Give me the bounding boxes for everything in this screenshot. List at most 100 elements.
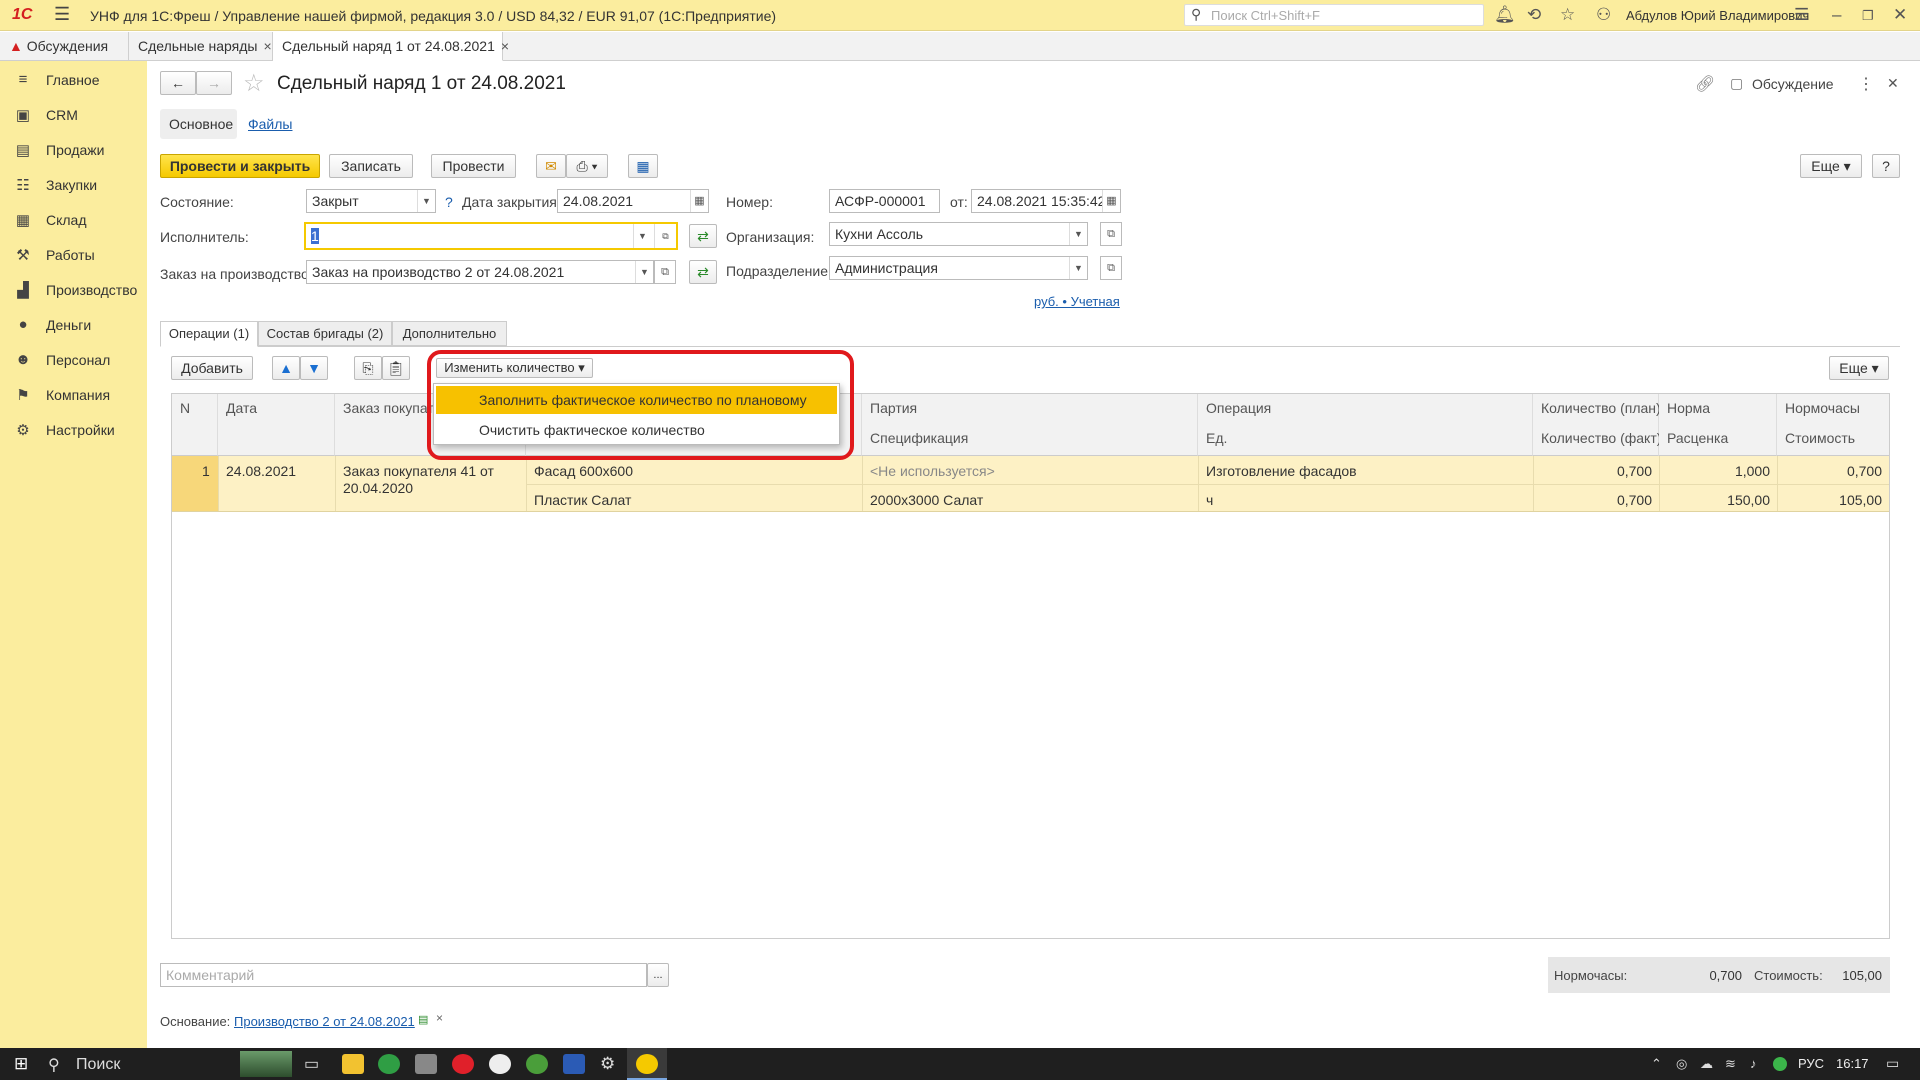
column-header-operation[interactable]: Операция Ед. — [1198, 394, 1533, 456]
sidebar-item-production[interactable]: ▟ Производство — [0, 273, 147, 307]
tab-operations[interactable]: Операции (1) — [160, 321, 258, 347]
tray-volume-icon[interactable]: ♪ — [1750, 1056, 1757, 1071]
department-field[interactable]: Администрация ▼ — [829, 256, 1088, 280]
tray-network-icon[interactable]: ◎ — [1676, 1056, 1687, 1072]
add-row-button[interactable]: Добавить — [171, 356, 253, 380]
cell-cost[interactable]: 105,00 — [1777, 492, 1882, 508]
user-icon[interactable]: ⚇ — [1596, 5, 1611, 25]
user-name[interactable]: Абдулов Юрий Владимирович — [1626, 8, 1809, 23]
production-order-field[interactable]: Заказ на производство 2 от 24.08.2021 ▼ — [306, 260, 654, 284]
column-header-batch[interactable]: Партия Спецификация — [862, 394, 1198, 456]
sidebar-item-main[interactable]: ≡ Главное — [0, 63, 147, 97]
search-box[interactable]: ⚲ Поиск Ctrl+Shift+F — [1184, 4, 1484, 26]
tray-clock[interactable]: 16:17 — [1836, 1056, 1869, 1071]
tab-piecework-doc[interactable]: Сдельный наряд 1 от 24.08.2021 × — [273, 32, 509, 61]
notifications-icon[interactable]: ▭ — [1886, 1055, 1899, 1072]
close-date-field[interactable]: 24.08.2021 ▦ — [557, 189, 709, 213]
chevron-down-icon[interactable]: ▼ — [635, 261, 653, 283]
favorite-star-icon[interactable]: ☆ — [243, 69, 265, 98]
cell-batch[interactable]: <Не используется> — [870, 463, 995, 479]
star-icon[interactable]: ☆ — [1560, 5, 1575, 25]
state-select[interactable]: Закрыт ▼ — [306, 189, 436, 213]
cell-characteristic[interactable]: Пластик Салат — [534, 492, 631, 508]
sidebar-item-purchases[interactable]: ☷ Закупки — [0, 168, 147, 202]
basis-link[interactable]: Производство 2 от 24.08.2021 — [234, 1014, 415, 1029]
help-button[interactable]: ? — [1872, 154, 1900, 178]
sidebar-item-warehouse[interactable]: ▦ Склад — [0, 203, 147, 237]
cell-product[interactable]: Фасад 600х600 — [534, 463, 633, 479]
discussion-bubble-icon[interactable]: ▢ — [1730, 75, 1743, 92]
cell-order-line2[interactable]: 20.04.2020 — [343, 480, 413, 496]
link-icon[interactable]: 🔗︎ — [1695, 74, 1715, 94]
move-up-button[interactable]: ▲ — [272, 356, 300, 380]
department-open-button[interactable]: ⧉ — [1100, 256, 1122, 280]
cell-qty-fact[interactable]: 0,700 — [1533, 492, 1652, 508]
close-form-icon[interactable]: ✕ — [1887, 75, 1899, 92]
column-header-hours[interactable]: Нормочасы Стоимость — [1777, 394, 1889, 456]
sidebar-item-settings[interactable]: ⚙ Настройки — [0, 413, 147, 447]
grid-more-button[interactable]: Еще ▾ — [1829, 356, 1889, 380]
comment-field[interactable]: Комментарий — [160, 963, 647, 987]
column-header-n[interactable]: N — [172, 394, 218, 456]
cell-hours[interactable]: 0,700 — [1777, 463, 1882, 479]
minimize-icon[interactable]: – — [1832, 5, 1841, 25]
cell-qty-plan[interactable]: 0,700 — [1533, 463, 1652, 479]
calculator-icon[interactable] — [415, 1054, 437, 1074]
open-icon[interactable]: ⧉ — [654, 224, 676, 248]
calendar-icon[interactable]: ▦ — [1102, 190, 1120, 212]
organization-open-button[interactable]: ⧉ — [1100, 222, 1122, 246]
organization-field[interactable]: Кухни Ассоль ▼ — [829, 222, 1088, 246]
tray-security-icon[interactable] — [1773, 1057, 1787, 1071]
discussion-button[interactable]: Обсуждение — [1752, 76, 1834, 92]
executor-pick-button[interactable]: ⇄ — [689, 224, 717, 248]
tab-additional[interactable]: Дополнительно — [392, 321, 507, 346]
forward-button[interactable]: → — [196, 71, 232, 95]
cell-rate[interactable]: 150,00 — [1659, 492, 1770, 508]
chevron-down-icon[interactable]: ▼ — [633, 224, 651, 248]
close-tab-icon[interactable]: × — [501, 38, 509, 54]
tab-discussions[interactable]: ▲ Обсуждения — [0, 32, 129, 61]
tray-language[interactable]: РУС — [1798, 1056, 1824, 1071]
cell-n[interactable]: 1 — [202, 463, 210, 479]
production-order-open-button[interactable]: ⧉ — [654, 260, 676, 284]
history-icon[interactable]: ⟲ — [1527, 5, 1541, 25]
sidebar-item-money[interactable]: ● Деньги — [0, 308, 147, 342]
post-and-close-button[interactable]: Провести и закрыть — [160, 154, 320, 178]
taskbar-search[interactable]: Поиск — [76, 1056, 120, 1074]
structure-button[interactable]: ▦ — [628, 154, 658, 178]
sidebar-item-staff[interactable]: ☻ Персонал — [0, 343, 147, 377]
chrome-icon[interactable] — [378, 1054, 400, 1074]
bell-icon[interactable]: 🔔︎ — [1494, 5, 1516, 25]
column-header-norm[interactable]: Норма Расценка — [1659, 394, 1777, 456]
help-question-icon[interactable]: ? — [445, 194, 453, 210]
cell-specification[interactable]: 2000х3000 Салат — [870, 492, 983, 508]
onec-taskbar-button[interactable] — [627, 1048, 667, 1080]
close-window-icon[interactable]: ✕ — [1893, 5, 1907, 25]
restore-icon[interactable]: ❐ — [1862, 8, 1874, 24]
back-button[interactable]: ← — [160, 71, 196, 95]
email-button[interactable]: ✉ — [536, 154, 566, 178]
yandex-icon[interactable] — [489, 1054, 511, 1074]
opera-icon[interactable] — [452, 1054, 474, 1074]
production-order-pick-button[interactable]: ⇄ — [689, 260, 717, 284]
sidebar-item-company[interactable]: ⚑ Компания — [0, 378, 147, 412]
chevron-down-icon[interactable]: ▼ — [1069, 223, 1087, 245]
comment-ellipsis-button[interactable]: ... — [647, 963, 669, 987]
sidebar-item-crm[interactable]: ▣ CRM — [0, 98, 147, 132]
number-field[interactable]: АСФР-000001 — [829, 189, 940, 213]
post-button[interactable]: Провести — [431, 154, 516, 178]
task-view-icon[interactable]: ▭ — [304, 1054, 319, 1074]
chevron-down-icon[interactable]: ▼ — [1069, 257, 1087, 279]
more-button[interactable]: Еще ▾ — [1800, 154, 1862, 178]
sidebar-item-works[interactable]: ⚒ Работы — [0, 238, 147, 272]
tab-files[interactable]: Файлы — [248, 116, 292, 132]
tab-piecework-list[interactable]: Сдельные наряды × — [129, 32, 273, 61]
save-button[interactable]: Записать — [329, 154, 413, 178]
table-row[interactable]: 1 24.08.2021 Заказ покупателя 41 от 20.0… — [172, 456, 1889, 512]
cell-norm[interactable]: 1,000 — [1659, 463, 1770, 479]
tray-chevron-icon[interactable]: ⌃ — [1651, 1056, 1662, 1072]
tab-team[interactable]: Состав бригады (2) — [258, 321, 392, 346]
chrome-icon-2[interactable] — [526, 1054, 548, 1074]
column-header-quantity[interactable]: Количество (план) Количество (факт) — [1533, 394, 1661, 456]
remove-basis-icon[interactable]: × — [436, 1011, 443, 1025]
